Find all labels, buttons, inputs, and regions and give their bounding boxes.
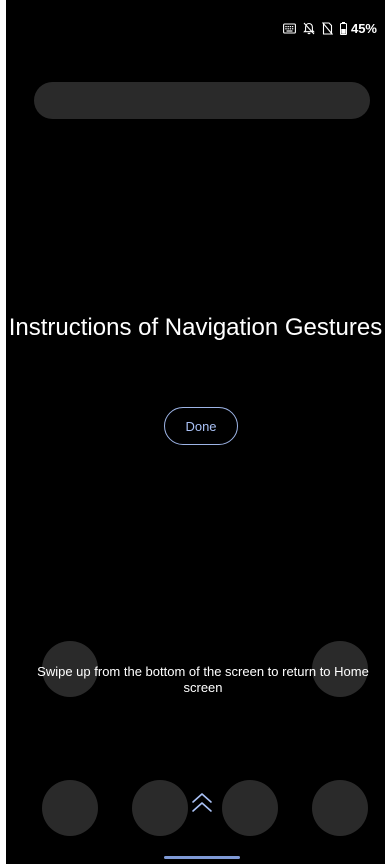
dock-icon-placeholder xyxy=(312,780,368,836)
done-button[interactable]: Done xyxy=(164,407,238,445)
keyboard-icon xyxy=(283,22,296,34)
gesture-instruction: Swipe up from the bottom of the screen t… xyxy=(37,664,369,695)
gesture-navigation-bar[interactable] xyxy=(164,856,240,859)
notifications-off-icon xyxy=(303,22,315,35)
page-title: Instructions of Navigation Gestures xyxy=(8,314,383,341)
dock-icon-placeholder xyxy=(42,780,98,836)
swipe-up-icon xyxy=(189,790,215,816)
dock-icon-placeholder xyxy=(132,780,188,836)
battery-icon xyxy=(339,21,347,35)
battery-percent: 45% xyxy=(350,20,377,36)
search-bar-placeholder xyxy=(34,82,370,119)
status-bar: 45% xyxy=(283,18,377,38)
gesture-tutorial-screen: 45% Instructions of Navigation Gestures … xyxy=(6,0,385,864)
dock-icon-placeholder xyxy=(222,780,278,836)
no-sim-icon xyxy=(322,21,333,35)
